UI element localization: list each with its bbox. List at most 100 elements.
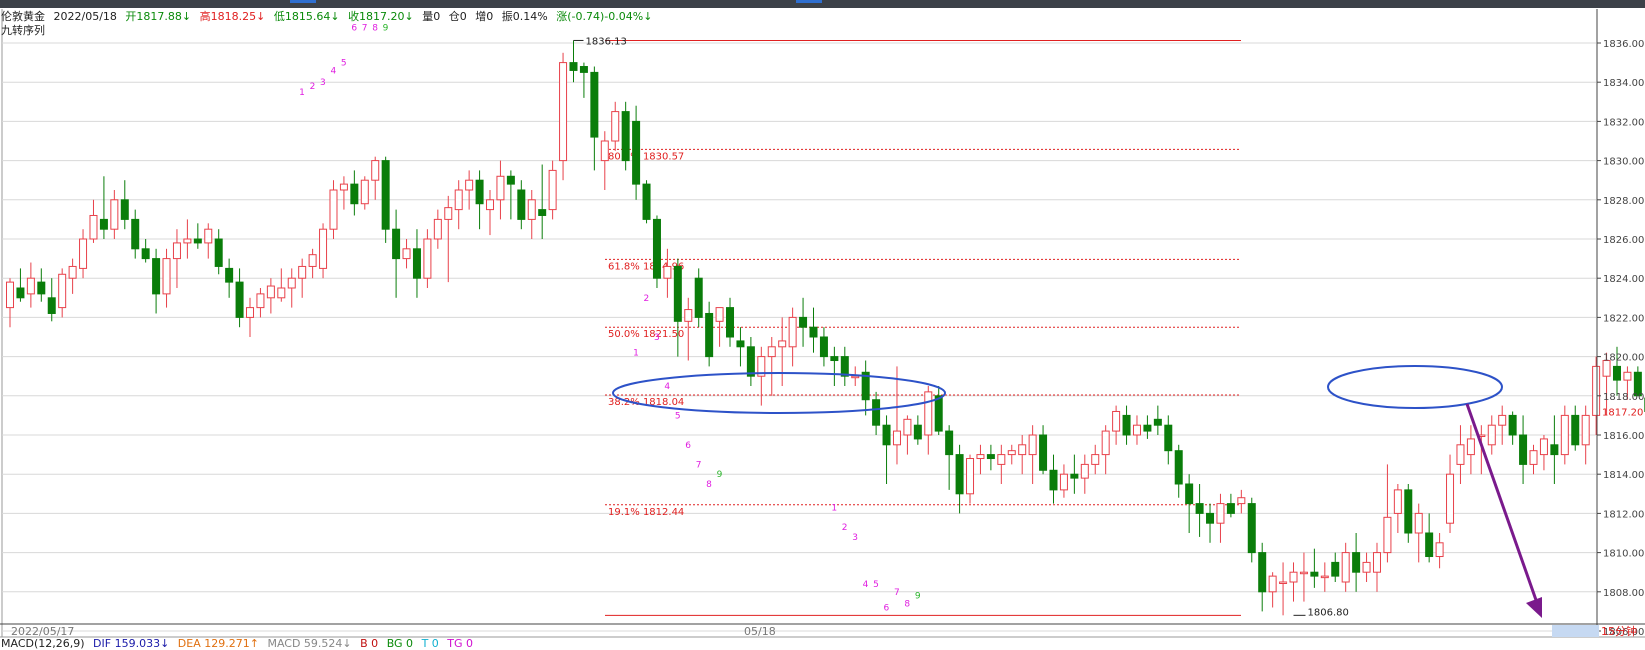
td-sequential-labels: 12 3456 7 8 91234567891234 56789 [299,23,921,613]
td-count-label: 9 [383,23,389,33]
candle-body [141,248,150,260]
candle-body [246,307,255,318]
td-count-label: 4 [863,580,869,590]
candle-body [1101,430,1110,456]
candle-body [496,175,505,201]
candle-body [1216,503,1225,524]
candle-body [652,218,661,279]
candle-body [819,336,828,358]
candle-body [1498,414,1507,426]
low-label: 1806.80 [1308,607,1349,618]
y-tick-label: 1824.00 [1603,274,1644,285]
td-count-label: 6 [884,603,890,613]
bearish-arrow-line [1465,403,1538,601]
candle-body [120,199,129,220]
timeline-scroll-thumb[interactable] [1552,625,1599,637]
candle-body [1592,365,1601,416]
candle-body [298,265,307,279]
x-axis-date-mid: 05/18 [744,625,776,638]
amplitude-value: 振0.14% [501,10,548,23]
y-tick-label: 1836.00 [1603,39,1644,50]
y-tick-label: 1828.00 [1603,196,1644,207]
change-value: 涨(-0.74)-0.04%↓ [556,10,653,23]
candle-body [506,175,515,185]
td-count-label: 9 [717,470,723,480]
candlestick-chart: 80.9% 1830.5761.8% 1824.9650.0% 1821.503… [0,9,1645,638]
candle-body [1560,414,1569,456]
candle-body [934,395,943,432]
candle-body [590,71,599,138]
macd-bg: BG 0 [386,637,414,650]
candle-body [903,418,912,436]
candle-body [329,189,338,230]
candle-body [778,340,787,348]
y-tick-label: 1822.00 [1603,313,1644,324]
quote-info-line: 伦敦黄金 2022/05/18 开1817.88↓ 高1818.25↓ 低181… [1,9,652,24]
candle-body [371,160,380,181]
candle-body [1174,450,1183,485]
current-price-label: 1817.20 [1602,407,1643,418]
candle-body [287,277,296,289]
candle-body [162,258,171,295]
candle-body [26,277,35,295]
candle-body [1080,463,1089,479]
candle-body [1550,444,1559,456]
candle-body [16,287,25,299]
candle-body [1049,469,1058,491]
candle-body [663,265,672,279]
td-count-label: 7 [894,588,900,598]
candle-body [1122,414,1131,436]
y-tick-label: 1834.00 [1603,78,1644,89]
candle-body [924,391,933,436]
candle-body [360,179,369,205]
price-grid [0,9,1645,638]
y-tick-label: 1830.00 [1603,157,1644,168]
td-count-label: 2 [310,82,316,92]
candle-body [58,273,67,309]
candle-body [235,281,244,318]
candle-body [225,267,234,283]
candle-body [402,248,411,260]
candle-body [89,214,98,240]
candle-body [799,316,808,328]
td-count-label: 2 [842,523,848,533]
candle-body [1279,581,1288,584]
candle-body [433,218,442,240]
open-interest-value: 仓0 [448,10,467,23]
y-tick-label: 1816.00 [1603,431,1644,442]
low-value: 低1815.64↓ [273,10,340,23]
td-count-label: 7 [362,23,368,33]
candle-body [694,277,703,318]
candle-body [152,258,161,295]
candle-body [256,293,265,309]
candle-body [1112,410,1121,432]
period-selector[interactable]: 15分钟 [1601,625,1637,638]
candle-body [642,183,651,220]
td-count-label: 4 [664,382,670,392]
candle-body [840,356,849,377]
candle-body [1623,371,1632,381]
macd-name: MACD(12,26,9) [1,637,85,650]
candle-body [559,62,568,162]
candle-body [1310,571,1319,577]
candle-body [214,238,223,267]
candle-body [6,281,14,309]
candle-body [569,62,578,71]
macd-info-line[interactable]: MACD(12,26,9) DIF 159.033↓ DEA 129.271↑ … [1,638,473,650]
candle-body [1299,571,1308,575]
indicator-name[interactable]: 九转序列 [1,23,45,38]
td-count-label: 6 [351,23,357,33]
resistance-ellipse [1327,365,1503,409]
candle-body [945,430,954,456]
candle-body [131,218,140,250]
candle-body [705,312,714,358]
candle-body [1206,512,1215,524]
td-count-label: 8 [904,600,910,610]
candle-body [1164,424,1173,452]
candle-body [538,209,547,216]
candle-body [1435,542,1444,558]
candle-body [183,238,192,244]
candle-body [673,265,682,322]
candle-body [1508,414,1517,436]
candle-body [1070,473,1079,479]
